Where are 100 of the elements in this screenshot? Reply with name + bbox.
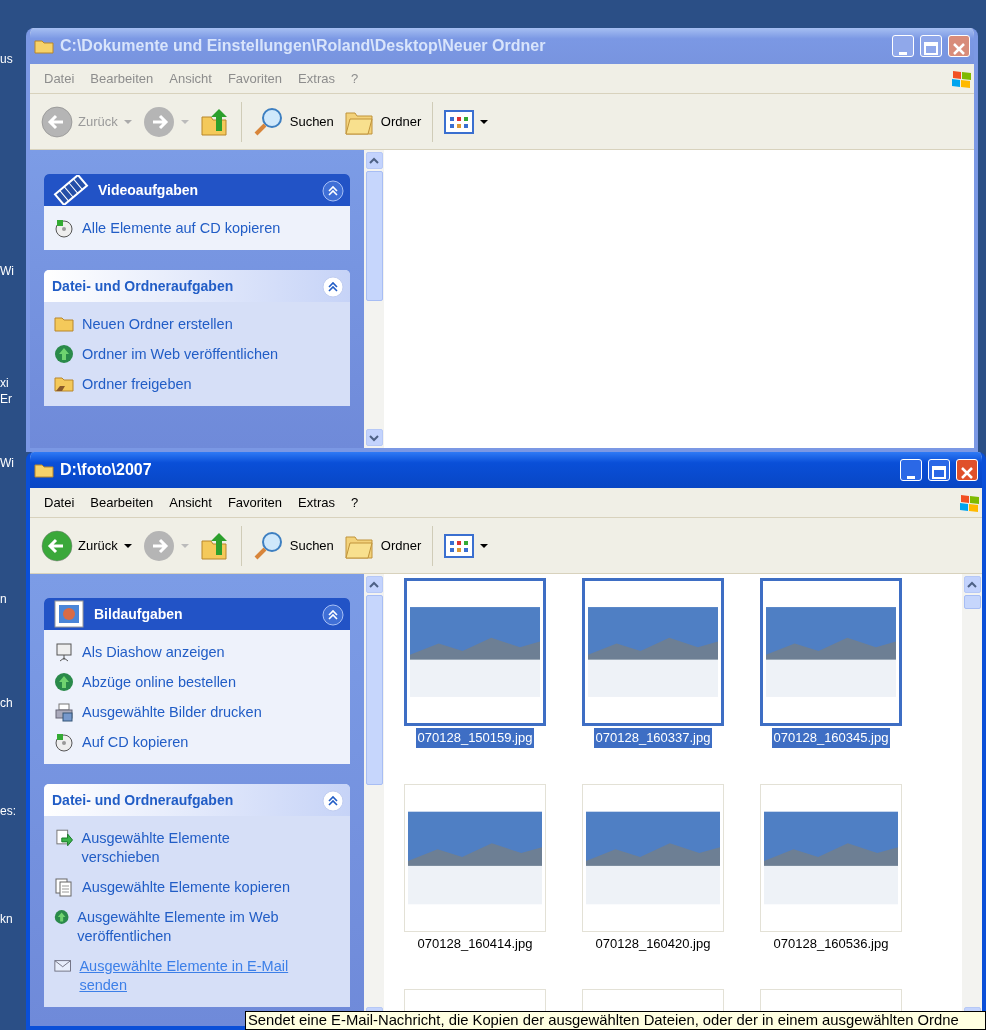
desktop-icon-label: Wi bbox=[0, 456, 14, 470]
copy-icon bbox=[54, 877, 74, 897]
task-link[interactable]: Ordner freigeben bbox=[54, 374, 306, 394]
panel-title: Datei- und Ordneraufgaben bbox=[52, 276, 234, 296]
menu-item[interactable]: Ansicht bbox=[161, 68, 220, 89]
folder-icon bbox=[54, 314, 74, 332]
search-icon bbox=[252, 529, 285, 562]
menu-item[interactable]: Datei bbox=[36, 68, 83, 89]
projector-screen-icon bbox=[54, 642, 74, 662]
minimize-icon bbox=[899, 52, 907, 56]
cd-icon bbox=[54, 218, 74, 238]
desktop-icon-label: xi bbox=[0, 376, 9, 390]
chevron-down-icon bbox=[369, 433, 379, 442]
collapse-button[interactable] bbox=[322, 788, 344, 812]
panel-title: Datei- und Ordneraufgaben bbox=[52, 790, 234, 810]
close-button[interactable] bbox=[948, 35, 970, 57]
maximize-button[interactable] bbox=[928, 459, 950, 481]
task-link[interactable]: Abzüge online bestellen bbox=[54, 672, 306, 692]
chevron-up-icon bbox=[967, 580, 977, 589]
collapse-button[interactable] bbox=[322, 178, 344, 202]
minimize-icon bbox=[907, 476, 915, 480]
collapse-button[interactable] bbox=[322, 602, 344, 626]
scroll-thumb[interactable] bbox=[963, 595, 981, 609]
caret-icon bbox=[479, 541, 490, 550]
folders-button[interactable]: Ordner bbox=[340, 528, 425, 563]
collapse-button[interactable] bbox=[322, 274, 344, 298]
minimize-button[interactable] bbox=[900, 459, 922, 481]
menu-item[interactable]: ? bbox=[342, 68, 367, 89]
task-link[interactable]: Neuen Ordner erstellen bbox=[54, 314, 306, 334]
file-name: 070128_160536.jpg bbox=[772, 934, 890, 953]
task-link[interactable]: Ausgewählte Elemente in E-Mail senden bbox=[54, 956, 306, 995]
desktop-icon-label: Er bbox=[0, 392, 12, 406]
menu-item[interactable]: Datei bbox=[36, 492, 83, 513]
folder-icon bbox=[34, 462, 54, 478]
caret-icon bbox=[122, 117, 133, 126]
file-name: 070128_150159.jpg bbox=[415, 728, 535, 748]
menu-item[interactable]: Favoriten bbox=[219, 68, 291, 89]
scroll-up-button[interactable] bbox=[365, 152, 383, 169]
panel-title: Videoaufgaben bbox=[98, 180, 199, 200]
task-link[interactable]: Ausgewählte Bilder drucken bbox=[54, 702, 306, 722]
desktop-icon-label: us bbox=[0, 52, 13, 66]
folder-up-icon bbox=[199, 530, 230, 561]
file-name: 070128_160345.jpg bbox=[771, 728, 891, 748]
desktop-icon-label: es: bbox=[0, 804, 16, 818]
file-name: 070128_160414.jpg bbox=[416, 934, 534, 953]
close-button[interactable] bbox=[956, 459, 978, 481]
scroll-up-button[interactable] bbox=[963, 576, 981, 593]
menu-item[interactable]: Ansicht bbox=[161, 492, 220, 513]
caret-icon bbox=[122, 541, 133, 550]
scroll-up-button[interactable] bbox=[365, 576, 383, 593]
caret-icon bbox=[479, 117, 490, 126]
views-icon bbox=[444, 532, 475, 559]
move-icon bbox=[54, 828, 74, 848]
folder-icon bbox=[34, 38, 54, 54]
task-link[interactable]: Ausgewählte Elemente im Web veröffentlichen bbox=[54, 907, 306, 946]
task-link[interactable]: Auf CD kopieren bbox=[54, 732, 306, 752]
scroll-thumb[interactable] bbox=[365, 171, 383, 301]
desktop-icon-label: Wi bbox=[0, 264, 14, 278]
chevron-up-icon bbox=[369, 580, 379, 589]
search-button[interactable]: Suchen bbox=[249, 103, 337, 140]
task-link[interactable]: Als Diashow anzeigen bbox=[54, 642, 306, 662]
thumbnail-frame[interactable] bbox=[404, 578, 546, 726]
scroll-down-button[interactable] bbox=[365, 429, 383, 446]
menu-item[interactable]: Bearbeiten bbox=[82, 68, 162, 89]
tooltip: Sendet eine E-Mail-Nachricht, die Kopien der ausgewählten Dateien, oder der in einem ausgewählten Ordne bbox=[245, 1011, 986, 1030]
caret-icon bbox=[179, 541, 190, 550]
menu-item[interactable]: Favoriten bbox=[219, 492, 291, 513]
folders-button[interactable]: Ordner bbox=[340, 104, 425, 139]
search-icon bbox=[252, 105, 285, 138]
desktop-icon-label: n bbox=[0, 592, 7, 606]
folder-up-icon bbox=[199, 106, 230, 137]
shared-folder-icon bbox=[54, 374, 74, 392]
back-button[interactable]: Zurück bbox=[38, 527, 136, 564]
views-icon bbox=[444, 108, 475, 135]
panel-title: Bildaufgaben bbox=[94, 604, 183, 624]
caret-icon bbox=[179, 117, 190, 126]
double-chevron-icon bbox=[322, 179, 344, 202]
menu-item[interactable]: Bearbeiten bbox=[82, 492, 162, 513]
scroll-thumb[interactable] bbox=[365, 595, 383, 785]
double-chevron-icon bbox=[322, 603, 344, 626]
file-name: 070128_160337.jpg bbox=[593, 728, 713, 748]
desktop-icon-label: ch bbox=[0, 696, 13, 710]
desktop-icon-label: kn bbox=[0, 912, 13, 926]
picture-frame-icon bbox=[52, 599, 86, 629]
chevron-up-icon bbox=[369, 156, 379, 165]
file-name: 070128_160420.jpg bbox=[594, 934, 712, 953]
cd-icon bbox=[54, 732, 74, 752]
thumbnail-frame[interactable] bbox=[760, 578, 902, 726]
task-link[interactable]: Ausgewählte Elemente kopieren bbox=[54, 877, 306, 897]
task-link[interactable]: Ordner im Web veröffentlichen bbox=[54, 344, 306, 364]
menu-item[interactable]: Extras bbox=[290, 68, 343, 89]
double-chevron-icon bbox=[322, 275, 344, 298]
window-title: D:\foto\2007 bbox=[60, 460, 153, 480]
search-button[interactable]: Suchen bbox=[249, 527, 337, 564]
menu-item[interactable]: ? bbox=[342, 492, 367, 513]
menu-item[interactable]: Extras bbox=[290, 492, 343, 513]
task-link[interactable]: Ausgewählte Elemente verschieben bbox=[54, 828, 306, 867]
double-chevron-icon bbox=[322, 789, 344, 812]
thumbnail-frame[interactable] bbox=[582, 578, 724, 726]
printer-icon bbox=[54, 702, 74, 722]
